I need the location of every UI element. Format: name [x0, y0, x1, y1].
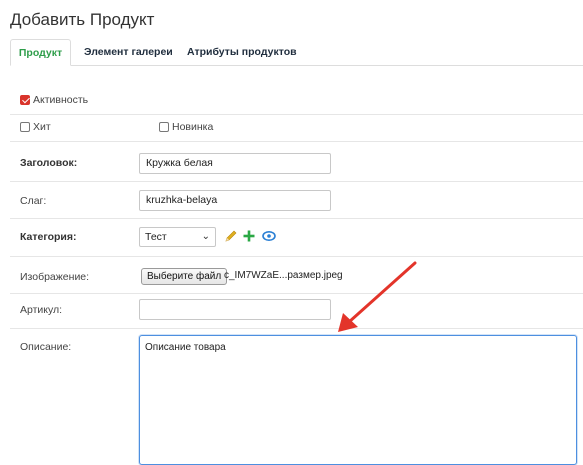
category-label: Категория:	[20, 231, 77, 243]
divider	[10, 328, 583, 329]
divider	[10, 256, 583, 257]
hit-label: Хит	[33, 121, 51, 133]
title-label: Заголовок:	[20, 157, 78, 169]
file-name: c_IM7WZaE...размер.jpeg	[224, 270, 343, 281]
choose-file-button[interactable]: Выберите файл	[141, 268, 228, 285]
category-select[interactable]: Тест ⌄	[139, 227, 216, 247]
category-selected-value: Тест	[145, 231, 167, 243]
tab-gallery-item[interactable]: Элемент галереи	[84, 39, 173, 65]
tab-product-attributes[interactable]: Атрибуты продуктов	[187, 39, 297, 65]
description-textarea[interactable]: Описание товара	[139, 335, 577, 465]
title-input[interactable]: Кружка белая	[139, 153, 331, 174]
tab-product[interactable]: Продукт	[10, 39, 71, 66]
sku-label: Артикул:	[20, 304, 63, 316]
new-label: Новинка	[172, 121, 214, 133]
active-label: Активность	[33, 94, 89, 106]
slug-input[interactable]: kruzhka-belaya	[139, 190, 331, 211]
new-checkbox[interactable]	[159, 122, 169, 132]
slug-label: Слаг:	[20, 195, 47, 207]
pencil-icon[interactable]	[224, 229, 238, 243]
divider	[10, 293, 583, 294]
tab-bar: Продукт Элемент галереи Атрибуты продукт…	[10, 39, 583, 66]
divider	[10, 114, 583, 115]
plus-icon[interactable]	[242, 229, 256, 243]
divider	[10, 181, 583, 182]
sku-input[interactable]	[139, 299, 331, 320]
active-checkbox[interactable]	[20, 95, 30, 105]
page-title: Добавить Продукт	[10, 10, 155, 29]
hit-checkbox[interactable]	[20, 122, 30, 132]
image-label: Изображение:	[20, 271, 90, 283]
divider	[10, 141, 583, 142]
description-label: Описание:	[20, 341, 72, 353]
eye-icon[interactable]	[262, 229, 276, 243]
chevron-down-icon: ⌄	[201, 231, 210, 242]
divider	[10, 218, 583, 219]
